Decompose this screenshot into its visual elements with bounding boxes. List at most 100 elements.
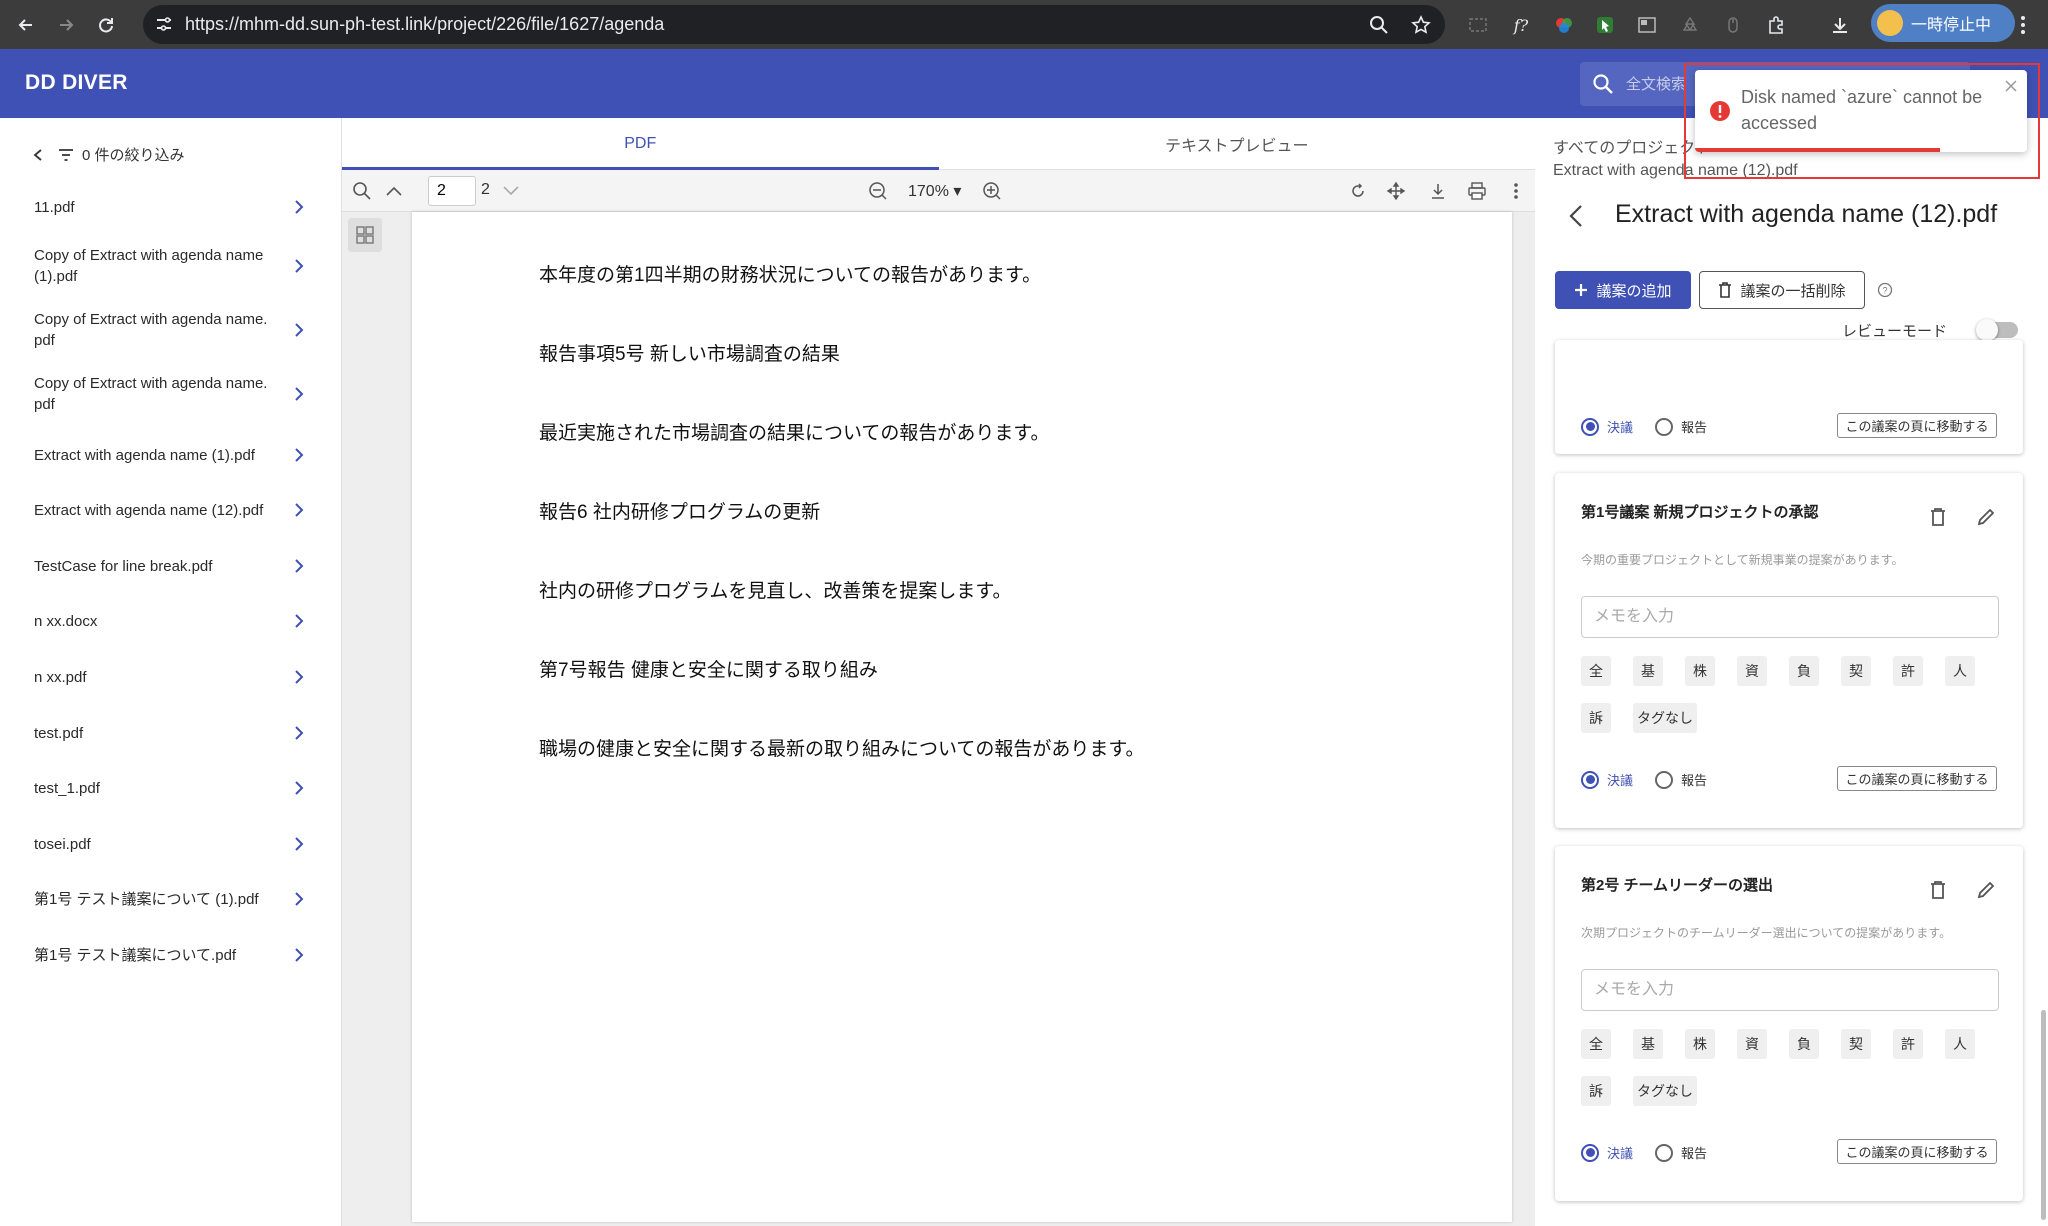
delete-icon[interactable]	[1930, 880, 1946, 900]
page-number-input[interactable]	[428, 176, 476, 206]
browser-menu-icon[interactable]	[2010, 12, 2036, 38]
help-icon[interactable]: ?	[1877, 282, 1893, 298]
goto-page-button[interactable]: この議案の頁に移動する	[1837, 1139, 1997, 1164]
chevron-right-icon	[294, 322, 304, 338]
print-icon[interactable]	[1465, 179, 1489, 203]
pdf-text-line: 社内の研修プログラムを見直し、改善策を提案します。	[539, 581, 1012, 602]
file-list-item[interactable]: 11.pdf	[0, 195, 340, 219]
file-list-item[interactable]: 第1号 テスト議案について.pdf	[0, 943, 340, 967]
tag-chip[interactable]: 資	[1737, 656, 1767, 686]
recycle-ext-icon[interactable]	[1677, 12, 1703, 38]
tag-chip[interactable]: 全	[1581, 1029, 1611, 1059]
more-vert-icon[interactable]	[1504, 179, 1528, 203]
back-icon[interactable]	[8, 7, 44, 43]
file-list-item[interactable]: Copy of Extract with agenda name (1).pdf	[0, 244, 340, 288]
file-list-item[interactable]: n xx.docx	[0, 609, 340, 633]
breadcrumb-file[interactable]: Extract with agenda name (12).pdf	[1553, 162, 1798, 180]
search-icon[interactable]	[350, 179, 374, 203]
file-list-item[interactable]: tosei.pdf	[0, 832, 340, 856]
download-icon[interactable]	[1827, 12, 1853, 38]
radio-resolution[interactable]	[1581, 770, 1599, 789]
tag-chip[interactable]: 株	[1685, 1029, 1715, 1059]
breadcrumb-root[interactable]: すべてのプロジェクト	[1553, 134, 1711, 158]
screenshot-ext-icon[interactable]	[1465, 12, 1491, 38]
address-bar[interactable]: https://mhm-dd.sun-ph-test.link/project/…	[143, 5, 1445, 44]
edit-pencil-icon[interactable]	[1976, 507, 1996, 527]
tag-chip[interactable]: 株	[1685, 656, 1715, 686]
forward-icon[interactable]	[48, 7, 84, 43]
tag-chip[interactable]: 人	[1945, 656, 1975, 686]
tag-chip-none[interactable]: タグなし	[1633, 1076, 1697, 1106]
tag-chip[interactable]: 許	[1893, 656, 1923, 686]
delete-icon[interactable]	[1930, 507, 1946, 527]
tag-chip[interactable]: 人	[1945, 1029, 1975, 1059]
page-total: 2	[481, 181, 490, 198]
agenda-card: 第2号 チームリーダーの選出 次期プロジェクトのチームリーダー選出についての提案…	[1555, 846, 2023, 1201]
zoom-level[interactable]: 170% ▾	[908, 181, 961, 201]
panel-scrollbar[interactable]	[2041, 1010, 2046, 1220]
back-icon[interactable]	[1569, 204, 1583, 228]
tag-chip[interactable]: 契	[1841, 1029, 1871, 1059]
radio-resolution[interactable]	[1581, 417, 1599, 436]
file-list-item[interactable]: test_1.pdf	[0, 776, 340, 800]
download-icon[interactable]	[1426, 179, 1450, 203]
close-icon[interactable]	[2005, 80, 2017, 92]
file-list-item[interactable]: Copy of Extract with agenda name.pdf	[0, 372, 340, 416]
pan-icon[interactable]	[1384, 179, 1408, 203]
radio-report[interactable]	[1655, 417, 1674, 436]
tag-chip[interactable]: 資	[1737, 1029, 1767, 1059]
brand-logo[interactable]: DD DIVER	[25, 71, 128, 95]
reload-icon[interactable]	[88, 7, 124, 43]
radio-report[interactable]	[1655, 770, 1674, 789]
tag-chip[interactable]: 契	[1841, 656, 1871, 686]
layout-ext-icon[interactable]	[1634, 12, 1660, 38]
tag-chip[interactable]: 許	[1893, 1029, 1923, 1059]
cursor-ext-icon[interactable]	[1592, 12, 1618, 38]
bulk-delete-button[interactable]: 議案の一括削除	[1699, 271, 1865, 309]
tag-chip[interactable]: 全	[1581, 656, 1611, 686]
profile-paused-button[interactable]: 一時停止中	[1871, 4, 2015, 42]
tag-chip[interactable]: 基	[1633, 1029, 1663, 1059]
tag-chip[interactable]: 基	[1633, 656, 1663, 686]
extensions-puzzle-icon[interactable]	[1763, 12, 1789, 38]
tab-pdf[interactable]: PDF	[342, 118, 939, 170]
file-list-item[interactable]: Copy of Extract with agenda name.pdf	[0, 308, 340, 352]
tab-text-preview[interactable]: テキストプレビュー	[939, 118, 1536, 169]
radio-resolution[interactable]	[1581, 1143, 1599, 1162]
tag-chip-none[interactable]: タグなし	[1633, 703, 1697, 733]
goto-page-button[interactable]: この議案の頁に移動する	[1837, 413, 1997, 438]
tag-chip[interactable]: 訴	[1581, 1076, 1611, 1106]
file-list-item[interactable]: test.pdf	[0, 721, 340, 745]
file-list-item[interactable]: 第1号 テスト議案について (1).pdf	[0, 887, 340, 911]
tag-chip[interactable]: 負	[1789, 1029, 1819, 1059]
file-list-item[interactable]: Extract with agenda name (12).pdf	[0, 498, 340, 522]
add-agenda-button[interactable]: 議案の追加	[1555, 271, 1691, 309]
chevron-left-icon[interactable]	[32, 148, 44, 162]
goto-page-button[interactable]: この議案の頁に移動する	[1837, 766, 1997, 791]
file-list-item[interactable]: TestCase for line break.pdf	[0, 554, 340, 578]
filter-toggle[interactable]: 0 件の絞り込み	[32, 144, 185, 165]
mouse-ext-icon[interactable]	[1720, 12, 1746, 38]
edit-pencil-icon[interactable]	[1976, 880, 1996, 900]
color-picker-ext-icon[interactable]	[1551, 12, 1577, 38]
formula-ext-icon[interactable]: f?	[1508, 12, 1534, 38]
rotate-icon[interactable]	[1346, 179, 1370, 203]
next-page-icon[interactable]	[499, 179, 523, 203]
bulk-delete-label: 議案の一括削除	[1740, 282, 1846, 300]
memo-input[interactable]	[1581, 969, 1999, 1011]
bookmark-star-icon[interactable]	[1411, 14, 1431, 35]
file-list-item[interactable]: Extract with agenda name (1).pdf	[0, 443, 340, 467]
file-list-item[interactable]: n xx.pdf	[0, 665, 340, 689]
review-mode-toggle[interactable]	[1976, 319, 2018, 341]
thumbnails-toggle-icon[interactable]	[348, 218, 382, 252]
site-settings-icon[interactable]	[155, 15, 173, 33]
memo-input[interactable]	[1581, 596, 1999, 638]
zoom-search-icon[interactable]	[1369, 15, 1389, 35]
radio-report[interactable]	[1655, 1143, 1674, 1162]
previous-page-icon[interactable]	[382, 179, 406, 203]
zoom-in-icon[interactable]	[980, 179, 1004, 203]
zoom-out-icon[interactable]	[866, 179, 890, 203]
chevron-right-icon	[294, 947, 304, 963]
tag-chip[interactable]: 負	[1789, 656, 1819, 686]
tag-chip[interactable]: 訴	[1581, 703, 1611, 733]
